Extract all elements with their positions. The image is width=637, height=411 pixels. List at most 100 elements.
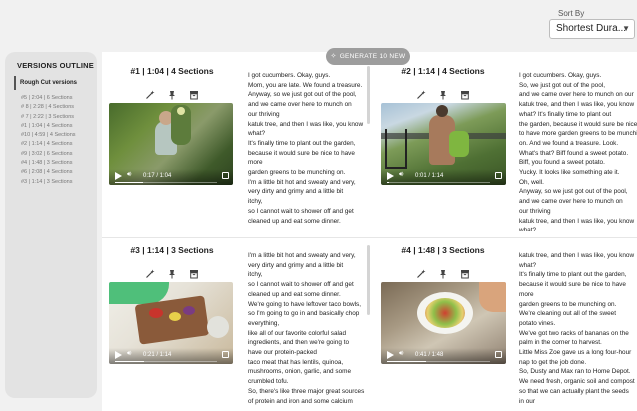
version-item[interactable]: #6 | 2:08 | 4 Sections — [21, 168, 76, 177]
version-item[interactable]: #1 | 1:04 | 4 Sections — [21, 122, 76, 131]
video-player[interactable]: 🔊︎ 0:17 / 1:04 — [109, 103, 233, 185]
transcript-line: have our protein-packed — [248, 349, 317, 357]
transcript-line: palm in the corner to harvest. — [519, 339, 602, 347]
pin-icon[interactable] — [167, 90, 177, 100]
pin-icon[interactable] — [167, 269, 177, 279]
archive-icon[interactable] — [460, 269, 470, 279]
fullscreen-icon[interactable] — [495, 172, 502, 179]
fullscreen-icon[interactable] — [495, 351, 502, 358]
transcript-line: our thriving — [519, 207, 551, 215]
transcript-line: Yucky. It looks like something ate it. — [519, 169, 620, 177]
transcript-text: I got cucumbers. Okay, guys. So, we just … — [519, 71, 637, 231]
magic-wand-icon: ✧ — [330, 53, 337, 60]
transcript-text: I'm a little bit hot and sweaty and very… — [248, 251, 366, 411]
volume-icon[interactable]: 🔊︎ — [399, 350, 403, 358]
scrollbar[interactable] — [367, 245, 370, 315]
transcript-line: and we came over here to munch on — [519, 198, 623, 206]
transcript-line: on. And we found a treasure. Look. — [519, 139, 619, 147]
archive-icon[interactable] — [189, 90, 199, 100]
magic-wand-icon[interactable] — [416, 90, 426, 100]
version-item[interactable]: #10 | 4:59 | 4 Sections — [21, 131, 76, 140]
sort-label: Sort By — [558, 9, 585, 18]
transcript-line: cleaned up and eat some dinner. — [248, 290, 341, 298]
version-item[interactable]: # 8 | 2:28 | 4 Sections — [21, 103, 76, 112]
play-icon[interactable] — [387, 172, 394, 180]
card-title: #1 | 1:04 | 4 Sections — [130, 66, 214, 76]
transcript-line: We're going to have leftover taco bowls, — [248, 300, 361, 308]
card-toolbar — [378, 265, 508, 279]
version-item[interactable]: #9 | 3:02 | 6 Sections — [21, 150, 76, 159]
play-icon[interactable] — [115, 172, 122, 180]
video-controls: 🔊︎ 0:01 / 1:14 — [381, 169, 506, 185]
video-time: 0:17 / 1:04 — [143, 173, 172, 179]
video-controls: 🔊︎ 0:41 / 1:48 — [381, 348, 506, 364]
video-player[interactable]: 🔊︎ 0:21 / 1:14 — [109, 282, 233, 364]
fullscreen-icon[interactable] — [222, 172, 229, 179]
magic-wand-icon[interactable] — [145, 90, 155, 100]
transcript-text: katuk tree, and then I was like, you kno… — [519, 251, 637, 411]
transcript-line: So, we just got out of the pool, — [519, 81, 605, 89]
version-list: #5 | 2:04 | 6 Sections # 8 | 2:28 | 4 Se… — [21, 94, 76, 187]
seek-progress — [115, 181, 143, 183]
transcript-line: Mom, you are late. We found a treasure. — [248, 81, 363, 89]
transcript-line: nap to get the job done. — [519, 358, 587, 366]
transcript-line: very dirty and grimy and a little bit — [248, 261, 344, 269]
transcript-line: mushrooms, onion, garlic, and some — [248, 368, 352, 376]
transcript-line: of protein and iron and some calcium — [248, 397, 353, 405]
volume-icon[interactable]: 🔊︎ — [127, 171, 131, 179]
transcript-line: garden greens to be munching on. — [519, 300, 617, 308]
version-item[interactable]: #4 | 1:48 | 3 Sections — [21, 159, 76, 168]
sort-dropdown[interactable]: Shortest Dura... ▼ — [549, 19, 635, 39]
row-divider — [102, 237, 637, 238]
magic-wand-icon[interactable] — [416, 269, 426, 279]
video-controls: 🔊︎ 0:17 / 1:04 — [109, 169, 233, 185]
versions-outline-sidebar: VERSIONS OUTLINE Rough Cut versions #5 |… — [5, 52, 97, 398]
transcript-line: our thriving — [248, 110, 280, 118]
transcript-line: more — [248, 159, 263, 167]
version-item[interactable]: #2 | 1:14 | 4 Sections — [21, 140, 76, 149]
play-icon[interactable] — [387, 351, 394, 359]
transcript-line: I got cucumbers. Okay, guys. — [519, 72, 602, 79]
pin-icon[interactable] — [438, 90, 448, 100]
transcript-line: so I cannot wait to shower off and get — [248, 281, 354, 289]
seek-bar[interactable] — [387, 181, 490, 183]
magic-wand-icon[interactable] — [145, 269, 155, 279]
version-item[interactable]: #5 | 2:04 | 6 Sections — [21, 94, 76, 103]
version-item[interactable]: # 7 | 2:22 | 3 Sections — [21, 113, 76, 122]
transcript-line: So, there's like three major great sourc… — [248, 387, 365, 395]
transcript-line: taco meat that has lentils, quinoa, — [248, 358, 344, 366]
transcript-line: everything, — [248, 319, 280, 327]
transcript-line: because it would sure be nice to have — [519, 281, 626, 289]
play-icon[interactable] — [115, 351, 122, 359]
seek-bar[interactable] — [387, 360, 490, 362]
seek-progress — [115, 360, 144, 362]
archive-icon[interactable] — [189, 269, 199, 279]
seek-bar[interactable] — [115, 181, 217, 183]
video-player[interactable]: 🔊︎ 0:01 / 1:14 — [381, 103, 506, 185]
transcript-line: katuk tree, and then I was like, you kno… — [248, 120, 364, 128]
sidebar-item-rough-cut[interactable]: Rough Cut versions — [14, 76, 94, 90]
transcript-line: We need fresh, organic soil and compost — [519, 378, 635, 386]
transcript-line: so I'm going to go in and basically chop — [248, 310, 360, 318]
seek-bar[interactable] — [115, 360, 217, 362]
scrollbar[interactable] — [367, 66, 370, 124]
archive-icon[interactable] — [460, 90, 470, 100]
transcript-line: very dirty and grimy and a little bit — [248, 188, 344, 196]
transcript-line: katuk tree, and then I was like, you kno… — [519, 101, 635, 109]
fullscreen-icon[interactable] — [222, 351, 229, 358]
version-item[interactable]: #3 | 1:14 | 3 Sections — [21, 178, 76, 187]
transcript-line: Anyway, so we just got out of the pool, — [248, 91, 357, 99]
transcript-line: It's finally time to plant out the garde… — [519, 271, 627, 279]
transcript-line: in our — [519, 397, 535, 405]
transcript-line: cleaned up and eat some dinner. — [248, 217, 341, 225]
chevron-down-icon: ▼ — [622, 24, 630, 33]
generate-button[interactable]: ✧ GENERATE 10 NEW — [326, 48, 410, 65]
card-title: #4 | 1:48 | 3 Sections — [401, 245, 485, 255]
pin-icon[interactable] — [438, 269, 448, 279]
transcript-line: because it would sure be nice to have — [248, 149, 355, 157]
volume-icon[interactable]: 🔊︎ — [399, 171, 403, 179]
transcript-line: It's finally time to plant out the garde… — [248, 139, 356, 147]
transcript-line: What's that? Biff found a sweet potato. — [519, 149, 629, 157]
video-player[interactable]: 🔊︎ 0:41 / 1:48 — [381, 282, 506, 364]
volume-icon[interactable]: 🔊︎ — [127, 350, 131, 358]
